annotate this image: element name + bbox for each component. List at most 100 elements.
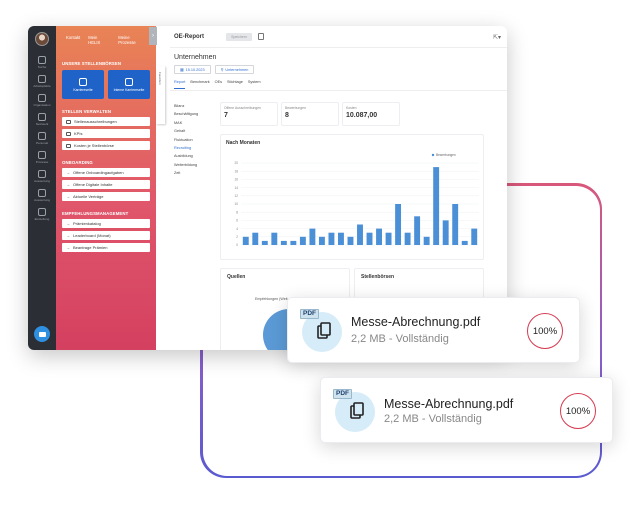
org-icon: ⚲ xyxy=(220,68,224,72)
tiles: Karriereseite Interne Karriereseite xyxy=(56,66,156,99)
bar xyxy=(338,232,344,245)
trash-icon[interactable] xyxy=(258,33,264,40)
rail-item-network[interactable]: Netzwerk xyxy=(36,113,48,126)
date-filter[interactable]: ▦ 15.10.2023 xyxy=(174,65,211,74)
chat-button[interactable] xyxy=(34,326,50,342)
bar xyxy=(471,228,478,245)
progress-ring: 100% xyxy=(560,393,596,429)
side-item-bilanz[interactable]: Bilanz xyxy=(174,104,222,108)
bar xyxy=(461,240,468,245)
arrow-icon: → xyxy=(66,182,70,187)
bar xyxy=(366,232,373,245)
nav-item-praemien-beantragen[interactable]: → Beantrage Prämien xyxy=(62,243,150,252)
arrow-icon: → xyxy=(66,245,70,250)
arrow-icon: → xyxy=(66,221,70,226)
nav-item-kpis[interactable]: KPIs xyxy=(62,129,150,138)
rail-item-personal[interactable]: Personal xyxy=(36,132,48,145)
list-icon xyxy=(66,119,71,124)
side-item-fluktuation[interactable]: Fluktuation xyxy=(174,138,222,142)
side-item-zeit[interactable]: Zeit xyxy=(174,171,222,175)
organisation-icon xyxy=(37,94,46,102)
nav-item-onboarding-aufgaben[interactable]: → Offene Onboardingaufgaben xyxy=(62,168,150,177)
bar xyxy=(252,232,259,245)
filter-bar: ▦ 15.10.2023 ⚲ Unternehmen xyxy=(170,61,507,74)
side-item-beschaeftigung[interactable]: Beschäftigung xyxy=(174,112,222,116)
page: Suche Arbeitsplätze Organisation Netzwer… xyxy=(0,0,640,530)
tab-report[interactable]: Report xyxy=(174,80,186,89)
file-name: Messe-Abrechnung.pdf xyxy=(351,315,481,329)
nav-item-digitale-inhalte[interactable]: → Offene Digitale Inhalte xyxy=(62,180,150,189)
download-card-1[interactable]: PDF Messe-Abrechnung.pdf 2,2 MB - Vollst… xyxy=(287,297,580,363)
document-icon: PDF xyxy=(300,309,342,352)
avatar[interactable] xyxy=(35,32,49,46)
tab-benchmark[interactable]: Benchmark xyxy=(190,80,209,90)
nav-item-leaderboard[interactable]: → Leaderboard (Monat) xyxy=(62,231,150,240)
bar xyxy=(299,236,306,245)
bar xyxy=(290,240,297,245)
rail-item-organisation[interactable]: Organisation xyxy=(33,94,51,107)
nav-item-praemienkatalog[interactable]: → Prämienkatalog xyxy=(62,219,150,228)
side-item-weiterbildung[interactable]: Weiterbildung xyxy=(174,163,222,167)
y-tick-label: 14 xyxy=(234,186,238,190)
section-title-stellen: STELLEN VERWALTEN xyxy=(62,109,112,114)
bar xyxy=(442,220,449,245)
kpi-card-kosten: Kosten 10.087,00 xyxy=(342,102,400,126)
nav-item-stellenausschreibungen[interactable]: Stellenausschreibungen xyxy=(62,117,150,126)
bar xyxy=(414,216,421,245)
y-tick-label: 16 xyxy=(234,178,238,182)
save-button[interactable]: Speichern xyxy=(226,33,252,41)
file-status: 2,2 MB - Vollständig xyxy=(351,333,449,345)
bar xyxy=(280,240,287,245)
download-card-2[interactable]: PDF Messe-Abrechnung.pdf 2,2 MB - Vollst… xyxy=(320,377,613,443)
y-tick-label: 18 xyxy=(234,169,238,173)
share-icon[interactable]: ⇱▾ xyxy=(493,34,501,41)
kpi-card-bewerbungen: Bewerbungen 8 xyxy=(281,102,339,126)
y-tick-label: 0 xyxy=(236,243,238,247)
rail-item-analytics[interactable]: Auswertung xyxy=(34,189,50,202)
arrow-icon: → xyxy=(66,170,70,175)
bar xyxy=(271,232,278,245)
side-item-mak[interactable]: MAK xyxy=(174,121,222,125)
org-filter[interactable]: ⚲ Unternehmen xyxy=(214,65,255,74)
chart-icon xyxy=(38,189,46,197)
arrow-icon: → xyxy=(66,194,70,199)
rail-item-settings[interactable]: Einstellung xyxy=(35,208,49,221)
y-tick-label: 2 xyxy=(236,235,238,239)
rail-item-workplaces[interactable]: Arbeitsplätze xyxy=(33,75,51,88)
network-icon xyxy=(37,113,46,121)
cost-icon xyxy=(66,143,71,148)
progress-ring: 100% xyxy=(527,313,563,349)
report-side-list: Bilanz Beschäftigung MAK Gehalt Fluktuat… xyxy=(174,104,222,180)
rail-item-processes[interactable]: Prozesse xyxy=(36,151,48,164)
legend-label: Bewerbungen xyxy=(436,153,456,157)
bar xyxy=(261,240,268,245)
nav-item-kosten[interactable]: Kosten je Stellenbörse xyxy=(62,141,150,150)
bar xyxy=(318,236,325,245)
link-mein-helix[interactable]: Mein HELIX xyxy=(88,35,110,45)
rail-item-search[interactable]: Suche xyxy=(38,56,46,69)
tile-karriereseite[interactable]: Karriereseite xyxy=(62,70,104,99)
bar xyxy=(242,236,249,245)
side-item-recruiting[interactable]: Recruiting xyxy=(174,146,222,150)
tab-system[interactable]: System xyxy=(248,80,261,90)
tab-oes[interactable]: OEs xyxy=(215,80,222,90)
side-item-ausbildung[interactable]: Ausbildung xyxy=(174,154,222,158)
rail-item-reports[interactable]: Auswertung xyxy=(34,170,50,183)
y-tick-label: 4 xyxy=(236,227,238,231)
document-icon: PDF xyxy=(333,389,375,432)
y-tick-label: 20 xyxy=(234,161,238,165)
rocket-icon xyxy=(125,77,133,86)
nav-item-vertraege[interactable]: → Aktuelle Verträge xyxy=(62,192,150,201)
link-meine-prozesse[interactable]: Meine Prozesse xyxy=(118,35,148,45)
tab-stichtage[interactable]: Stichtage xyxy=(227,80,243,90)
bar xyxy=(357,224,363,245)
tile-interne-karriereseite[interactable]: Interne Karriereseite xyxy=(108,70,150,99)
report-tabs: Report Benchmark OEs Stichtage System xyxy=(170,74,507,91)
bar xyxy=(347,236,354,245)
section-title-empfehlung: EMPFEHLUNGSMANAGEMENT xyxy=(62,211,129,216)
side-item-gehalt[interactable]: Gehalt xyxy=(174,129,222,133)
quellen-pie-label: Empfehlungen (Weit... xyxy=(255,297,291,301)
link-kontakt[interactable]: Kontakt xyxy=(66,35,80,45)
chat-icon xyxy=(38,331,46,337)
bar xyxy=(395,204,402,245)
